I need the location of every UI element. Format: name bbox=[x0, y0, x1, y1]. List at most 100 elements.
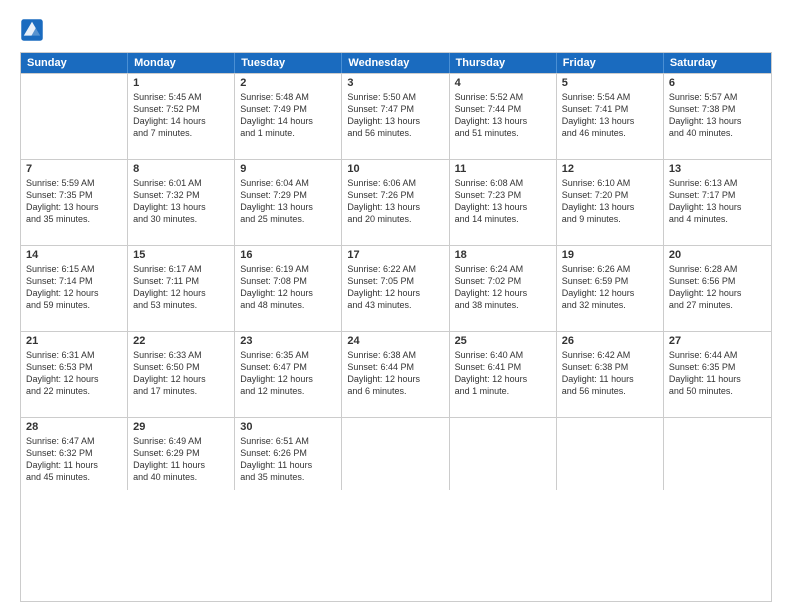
cell-info-line: Sunset: 7:52 PM bbox=[133, 103, 229, 115]
cell-info-line: Sunrise: 6:22 AM bbox=[347, 263, 443, 275]
cell-info-line: Sunrise: 6:26 AM bbox=[562, 263, 658, 275]
cell-info-line: and 27 minutes. bbox=[669, 299, 766, 311]
calendar-cell: 1Sunrise: 5:45 AMSunset: 7:52 PMDaylight… bbox=[128, 74, 235, 159]
cell-info-line: Daylight: 12 hours bbox=[347, 287, 443, 299]
cell-info-line: Sunrise: 5:54 AM bbox=[562, 91, 658, 103]
cell-info-line: Sunrise: 6:10 AM bbox=[562, 177, 658, 189]
cell-info-line: Sunset: 7:14 PM bbox=[26, 275, 122, 287]
cell-info-line: and 40 minutes. bbox=[669, 127, 766, 139]
cell-info-line: Sunset: 6:26 PM bbox=[240, 447, 336, 459]
cell-info-line: Daylight: 13 hours bbox=[133, 201, 229, 213]
cell-info-line: Daylight: 14 hours bbox=[133, 115, 229, 127]
calendar-week-3: 14 Sunrise: 6:15 AMSunset: 7:14 PM Dayligh… bbox=[21, 245, 771, 331]
cell-info-line: and 38 minutes. bbox=[455, 299, 551, 311]
cell-info-line: Sunrise: 6:01 AM bbox=[133, 177, 229, 189]
cell-info-line: Sunset: 6:35 PM bbox=[669, 361, 766, 373]
cell-info-line: Sunrise: 6:15 AM bbox=[26, 263, 122, 275]
weekday-header-sunday: Sunday bbox=[21, 53, 128, 73]
cell-info-line: and 1 minute. bbox=[240, 127, 336, 139]
cell-info-line: Daylight: 14 hours bbox=[240, 115, 336, 127]
cell-info-line: Sunset: 7:38 PM bbox=[669, 103, 766, 115]
cell-info-line: Daylight: 12 hours bbox=[455, 373, 551, 385]
day-number: 28 bbox=[26, 421, 122, 433]
cell-info-line: and 6 minutes. bbox=[347, 385, 443, 397]
calendar-cell: 28Sunrise: 6:47 AMSunset: 6:32 PMDayligh… bbox=[21, 418, 128, 490]
weekday-header-saturday: Saturday bbox=[664, 53, 771, 73]
day-number: 25 bbox=[455, 335, 551, 347]
cell-info-line: Sunset: 6:50 PM bbox=[133, 361, 229, 373]
cell-info-line: Daylight: 13 hours bbox=[669, 201, 766, 213]
logo-icon bbox=[20, 18, 44, 42]
cell-info-line: Sunrise: 5:57 AM bbox=[669, 91, 766, 103]
cell-info-line: Daylight: 12 hours bbox=[133, 373, 229, 385]
weekday-header-friday: Friday bbox=[557, 53, 664, 73]
cell-info-line: Daylight: 13 hours bbox=[669, 115, 766, 127]
header bbox=[20, 18, 772, 42]
calendar-cell: 22Sunrise: 6:33 AMSunset: 6:50 PMDayligh… bbox=[128, 332, 235, 417]
cell-info-line: Sunset: 7:47 PM bbox=[347, 103, 443, 115]
cell-info-line: Daylight: 12 hours bbox=[562, 287, 658, 299]
cell-info-line: Sunset: 7:35 PM bbox=[26, 189, 122, 201]
cell-info-line: and 45 minutes. bbox=[26, 471, 122, 483]
calendar-cell: 11Sunrise: 6:08 AMSunset: 7:23 PMDayligh… bbox=[450, 160, 557, 245]
day-number: 2 bbox=[240, 77, 336, 89]
cell-info-line: Sunset: 6:44 PM bbox=[347, 361, 443, 373]
cell-info-line: Sunset: 6:38 PM bbox=[562, 361, 658, 373]
day-number: 14 bbox=[26, 249, 122, 261]
weekday-header-wednesday: Wednesday bbox=[342, 53, 449, 73]
cell-info-line: Daylight: 11 hours bbox=[562, 373, 658, 385]
calendar-cell: 13Sunrise: 6:13 AMSunset: 7:17 PMDayligh… bbox=[664, 160, 771, 245]
calendar-cell: 25Sunrise: 6:40 AMSunset: 6:41 PMDayligh… bbox=[450, 332, 557, 417]
cell-info-line: and 51 minutes. bbox=[455, 127, 551, 139]
cell-info-line: Sunrise: 6:42 AM bbox=[562, 349, 658, 361]
cell-info-line: Sunset: 6:29 PM bbox=[133, 447, 229, 459]
calendar-cell: 9Sunrise: 6:04 AMSunset: 7:29 PMDaylight… bbox=[235, 160, 342, 245]
cell-info-line: Sunset: 7:08 PM bbox=[240, 275, 336, 287]
cell-info-line: Daylight: 13 hours bbox=[562, 115, 658, 127]
cell-info-line: and 17 minutes. bbox=[133, 385, 229, 397]
calendar-cell: 23Sunrise: 6:35 AMSunset: 6:47 PMDayligh… bbox=[235, 332, 342, 417]
cell-info-line: and 56 minutes. bbox=[347, 127, 443, 139]
day-number: 19 bbox=[562, 249, 658, 261]
calendar-cell: 7Sunrise: 5:59 AMSunset: 7:35 PMDaylight… bbox=[21, 160, 128, 245]
day-number: 13 bbox=[669, 163, 766, 175]
cell-info-line: Sunset: 6:47 PM bbox=[240, 361, 336, 373]
cell-info-line: Daylight: 11 hours bbox=[240, 459, 336, 471]
cell-info-line: Daylight: 11 hours bbox=[669, 373, 766, 385]
cell-info-line: Daylight: 11 hours bbox=[133, 459, 229, 471]
day-number: 30 bbox=[240, 421, 336, 433]
day-number: 6 bbox=[669, 77, 766, 89]
cell-info-line: Sunset: 7:41 PM bbox=[562, 103, 658, 115]
day-number: 24 bbox=[347, 335, 443, 347]
cell-info-line: and 12 minutes. bbox=[240, 385, 336, 397]
day-number: 18 bbox=[455, 249, 551, 261]
calendar-cell: 3Sunrise: 5:50 AMSunset: 7:47 PMDaylight… bbox=[342, 74, 449, 159]
calendar-cell: 2Sunrise: 5:48 AMSunset: 7:49 PMDaylight… bbox=[235, 74, 342, 159]
cell-info-line: Sunrise: 6:08 AM bbox=[455, 177, 551, 189]
cell-info-line: Sunrise: 6:19 AM bbox=[240, 263, 336, 275]
cell-info-line: Sunset: 7:29 PM bbox=[240, 189, 336, 201]
cell-info-line: Sunset: 7:26 PM bbox=[347, 189, 443, 201]
cell-info-line: and 22 minutes. bbox=[26, 385, 122, 397]
day-number: 12 bbox=[562, 163, 658, 175]
calendar-cell: 19Sunrise: 6:26 AMSunset: 6:59 PMDayligh… bbox=[557, 246, 664, 331]
calendar-body: 1Sunrise: 5:45 AMSunset: 7:52 PMDaylight… bbox=[21, 73, 771, 490]
calendar-header: SundayMondayTuesdayWednesdayThursdayFrid… bbox=[21, 53, 771, 73]
calendar-cell: 30Sunrise: 6:51 AMSunset: 6:26 PMDayligh… bbox=[235, 418, 342, 490]
cell-info-line: Daylight: 13 hours bbox=[455, 201, 551, 213]
cell-info-line: Daylight: 12 hours bbox=[669, 287, 766, 299]
cell-info-line: and 35 minutes. bbox=[26, 213, 122, 225]
cell-info-line: Daylight: 11 hours bbox=[26, 459, 122, 471]
day-number: 7 bbox=[26, 163, 122, 175]
calendar-cell: 20Sunrise: 6:28 AMSunset: 6:56 PMDayligh… bbox=[664, 246, 771, 331]
cell-info-line: Sunrise: 5:45 AM bbox=[133, 91, 229, 103]
day-number: 17 bbox=[347, 249, 443, 261]
calendar-cell: 12Sunrise: 6:10 AMSunset: 7:20 PMDayligh… bbox=[557, 160, 664, 245]
cell-info-line: Daylight: 12 hours bbox=[26, 373, 122, 385]
cell-info-line: Sunset: 6:53 PM bbox=[26, 361, 122, 373]
calendar-cell: 16Sunrise: 6:19 AMSunset: 7:08 PMDayligh… bbox=[235, 246, 342, 331]
cell-info-line: Daylight: 13 hours bbox=[455, 115, 551, 127]
calendar-cell: 21Sunrise: 6:31 AMSunset: 6:53 PMDayligh… bbox=[21, 332, 128, 417]
calendar-cell: 27Sunrise: 6:44 AMSunset: 6:35 PMDayligh… bbox=[664, 332, 771, 417]
cell-info-line: Sunrise: 6:28 AM bbox=[669, 263, 766, 275]
